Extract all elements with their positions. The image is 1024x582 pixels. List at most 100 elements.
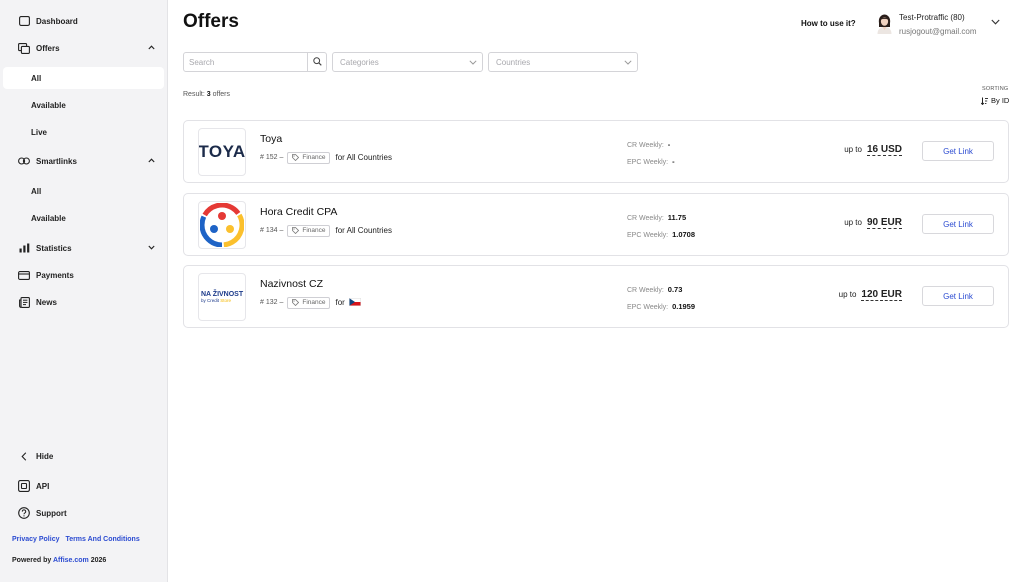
nav-payments[interactable]: Payments <box>0 264 164 286</box>
offer-logo-nazivnost: NA ŽIVNOST by Credit Store <box>198 273 246 321</box>
offer-geo: for All Countries <box>335 226 391 235</box>
cr-label: CR Weekly: <box>627 287 664 294</box>
footer-links: Privacy Policy Terms And Conditions <box>12 536 144 543</box>
news-icon <box>17 295 31 309</box>
chevron-up-icon <box>146 42 156 52</box>
result-prefix: Result: <box>183 91 205 98</box>
nav-support[interactable]: Support <box>0 502 164 524</box>
tag-icon <box>292 299 300 306</box>
nazivnost-logo-line2-store: Store <box>220 298 232 303</box>
epc-label: EPC Weekly: <box>627 304 669 311</box>
get-link-button[interactable]: Get Link <box>922 286 994 306</box>
cr-label: CR Weekly: <box>627 215 664 222</box>
nav-hide[interactable]: Hide <box>0 445 164 467</box>
sorting-label: SORTING <box>982 86 1009 92</box>
countries-placeholder: Countries <box>496 58 531 67</box>
offer-meta: # 134 – Finance for All Countries <box>260 224 392 237</box>
offer-stats: CR Weekly: - EPC Weekly: - <box>627 137 675 171</box>
categories-select[interactable]: Categories <box>332 52 483 72</box>
offer-name[interactable]: Nazivnost CZ <box>260 278 323 290</box>
offer-stats: CR Weekly: 11.75 EPC Weekly: 1.0708 <box>627 210 695 244</box>
dashboard-icon <box>17 14 31 28</box>
result-count: Result: 3 offers <box>183 91 230 98</box>
user-menu-chevron-down-icon[interactable] <box>989 17 1001 27</box>
nav-dashboard-label: Dashboard <box>36 16 78 26</box>
payout-amount: 120 EUR <box>861 289 902 301</box>
nav-statistics[interactable]: Statistics <box>0 237 164 259</box>
offer-logo-toya: TOYA <box>198 128 246 176</box>
cr-value: 0.73 <box>667 285 683 294</box>
smartlinks-sub-all[interactable]: All <box>3 180 164 202</box>
affise-link[interactable]: Affise.com <box>53 557 89 564</box>
sort-icon <box>981 97 988 105</box>
offer-geo-text: for All Countries <box>335 226 392 235</box>
nav-api[interactable]: API <box>0 475 164 497</box>
offers-sub-live[interactable]: Live <box>3 121 164 143</box>
category-tag-label: Finance <box>302 154 326 161</box>
category-tag-label: Finance <box>302 227 326 234</box>
offer-id: # 152 – <box>260 154 284 161</box>
offer-geo: for <box>335 297 361 308</box>
offer-payout: up to 90 EUR <box>844 217 902 229</box>
chevron-down-icon <box>146 242 156 252</box>
search-box <box>183 52 327 72</box>
payout-amount: 90 EUR <box>866 217 902 229</box>
offer-name[interactable]: Hora Credit CPA <box>260 206 337 218</box>
payout-prefix: up to <box>838 290 857 299</box>
nav-statistics-label: Statistics <box>36 243 72 253</box>
czech-flag-icon <box>348 297 361 308</box>
privacy-policy-link[interactable]: Privacy Policy <box>12 536 59 543</box>
offer-payout: up to 120 EUR <box>839 289 902 301</box>
chevron-down-icon <box>623 58 632 67</box>
smartlinks-sub-available[interactable]: Available <box>3 207 164 229</box>
nav-smartlinks[interactable]: Smartlinks <box>0 150 164 172</box>
offer-name[interactable]: Toya <box>260 133 282 145</box>
payout-amount: 16 USD <box>866 144 902 156</box>
get-link-button[interactable]: Get Link <box>922 214 994 234</box>
terms-link[interactable]: Terms And Conditions <box>65 536 139 543</box>
tag-icon <box>292 154 300 161</box>
get-link-button[interactable]: Get Link <box>922 141 994 161</box>
nav-api-label: API <box>36 481 50 491</box>
user-email: rusjogout@gmail.com <box>899 27 977 36</box>
nav-hide-label: Hide <box>36 451 54 461</box>
smartlinks-sub-available-label: Available <box>31 213 66 223</box>
how-to-use-link[interactable]: How to use it? <box>801 19 856 28</box>
offers-sub-live-label: Live <box>31 127 48 137</box>
chevron-down-icon <box>468 58 477 67</box>
nav-offers-label: Offers <box>36 43 60 53</box>
search-input[interactable] <box>189 56 304 68</box>
nav-news[interactable]: News <box>0 291 164 313</box>
offers-sub-available-label: Available <box>31 100 66 110</box>
nazivnost-logo-line1: NA ŽIVNOST <box>201 291 244 298</box>
sorting-control[interactable]: By ID <box>981 96 1009 105</box>
offer-stats: CR Weekly: 0.73 EPC Weekly: 0.1959 <box>627 282 695 316</box>
nav-offers[interactable]: Offers <box>0 37 164 59</box>
offer-id: # 132 – <box>260 299 284 306</box>
offer-geo-text: for <box>335 298 345 307</box>
offer-geo: for All Countries <box>335 153 391 162</box>
categories-placeholder: Categories <box>340 58 379 67</box>
api-chip-icon <box>17 479 31 493</box>
result-number: 3 <box>206 91 211 98</box>
payment-card-icon <box>17 268 31 282</box>
offers-sub-all[interactable]: All <box>3 67 164 89</box>
countries-select[interactable]: Countries <box>488 52 638 72</box>
powered-by-prefix: Powered by <box>12 557 52 564</box>
offer-meta: # 152 – Finance for All Countries <box>260 151 392 164</box>
offers-sub-all-label: All <box>31 73 42 83</box>
sorting-value: By ID <box>991 96 1010 105</box>
avatar[interactable] <box>876 14 893 34</box>
offers-sub-available[interactable]: Available <box>3 94 164 116</box>
offer-id: # 134 – <box>260 227 284 234</box>
offer-meta: # 132 – Finance for <box>260 296 361 309</box>
epc-label: EPC Weekly: <box>627 159 669 166</box>
offer-geo-text: for All Countries <box>335 153 392 162</box>
nav-dashboard[interactable]: Dashboard <box>0 10 164 32</box>
user-name: Test-Protraffic (80) <box>899 13 965 22</box>
smartlinks-sub-all-label: All <box>31 186 42 196</box>
category-tag: Finance <box>287 296 331 309</box>
nazivnost-logo-line2-text: by Credit <box>201 298 220 303</box>
search-button[interactable] <box>307 53 326 71</box>
payout-prefix: up to <box>844 218 862 227</box>
